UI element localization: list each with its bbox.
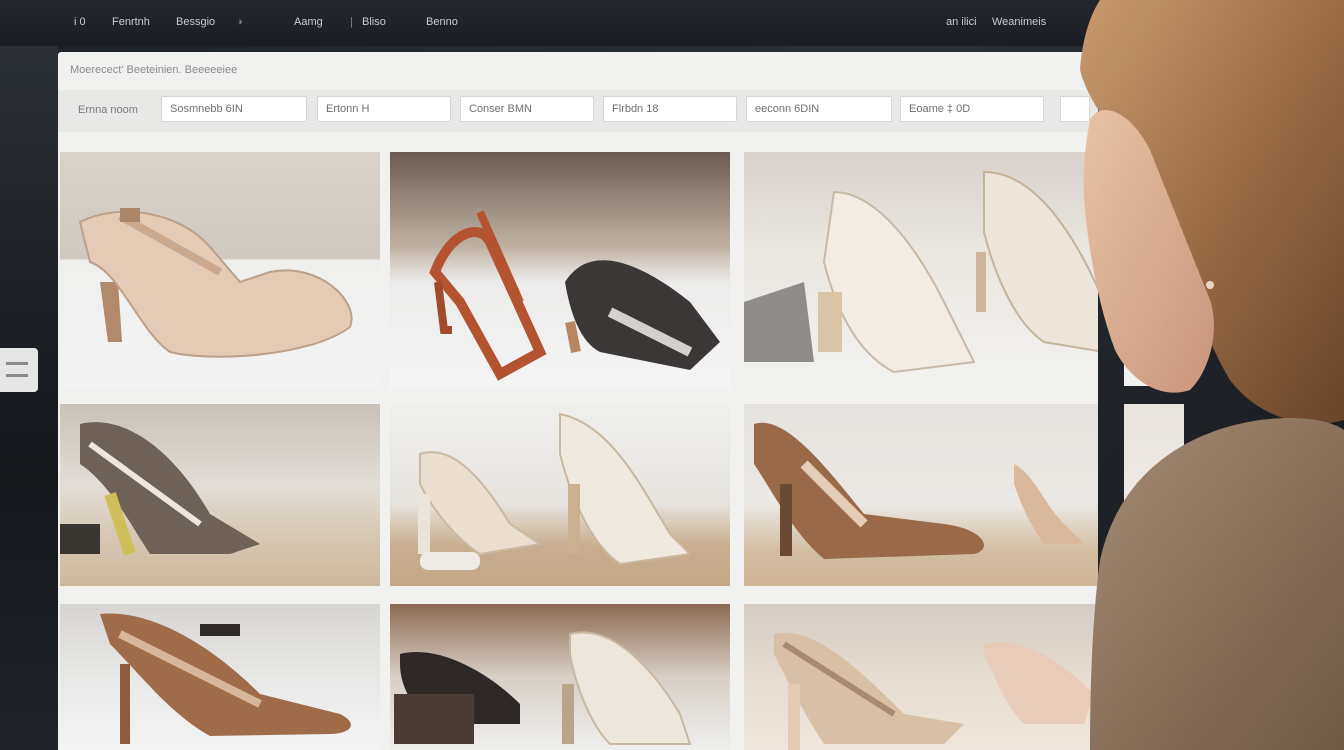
shoe-image [429,210,720,381]
nav-item-3[interactable]: Bessgio [176,16,215,28]
product-card-glitter-pair[interactable] [390,404,730,586]
nav-item-2[interactable]: Fenrtnh [112,16,150,28]
nav-right-item-2[interactable]: Weanimeis [992,16,1046,28]
nav-right-item-1[interactable]: an ilici [946,16,977,28]
filter-field-2[interactable]: Ertonn H [317,96,451,122]
nav-item-5[interactable]: Bliso [362,16,386,28]
left-dark-panel [0,46,58,750]
shoe-image [754,422,1084,559]
product-card-rust-strappy[interactable] [390,152,730,388]
grip-line-icon [6,374,28,377]
nav-item-4[interactable]: Aamg [294,16,323,28]
filter-bar: Ernna noom Sosmnebb 6IN Ertonn H Conser … [58,90,1098,132]
filter-field-6[interactable]: Eoame ‡ 0D [900,96,1044,122]
filter-field-5[interactable]: eeconn 6DIN [746,96,892,122]
filter-field-1[interactable]: Sosmnebb 6IN [161,96,307,122]
product-card-brown-slingback[interactable] [60,604,380,750]
grip-line-icon [6,362,28,365]
filter-label: Ernna noom [78,104,138,116]
shoe-image [418,412,693,570]
product-card-glitter-pump[interactable] [744,604,1098,750]
shoe-image [100,613,351,744]
product-card-black-silver[interactable] [390,604,730,750]
nav-divider-icon: | [350,16,353,28]
filter-field-4[interactable]: Flrbdn 18 [603,96,737,122]
shoe-image [60,422,260,556]
shoe-image [78,208,353,358]
filter-field-3[interactable]: Conser BMN [460,96,594,122]
product-card-bronze-pump[interactable] [744,404,1098,586]
shoe-image [744,170,1098,374]
shoe-image [394,631,692,745]
nav-item-6[interactable]: Benno [426,16,458,28]
nav-separator-icon: ◑ [236,16,243,28]
shoe-image [774,632,1094,750]
product-card-white-lace[interactable] [744,152,1098,388]
nav-item-1[interactable]: i 0 [74,16,86,28]
woman-photo [1080,0,1344,750]
breadcrumb[interactable]: Moerecect' Beeteinien. Beeeeeiee [70,64,237,76]
product-card-nude-slingback[interactable] [60,152,380,388]
product-card-metallic-dotted[interactable] [60,404,380,586]
shop-window: Moerecect' Beeteinien. Beeeeeiee Ernna n… [58,52,1098,750]
side-tab-handle[interactable] [0,348,38,392]
